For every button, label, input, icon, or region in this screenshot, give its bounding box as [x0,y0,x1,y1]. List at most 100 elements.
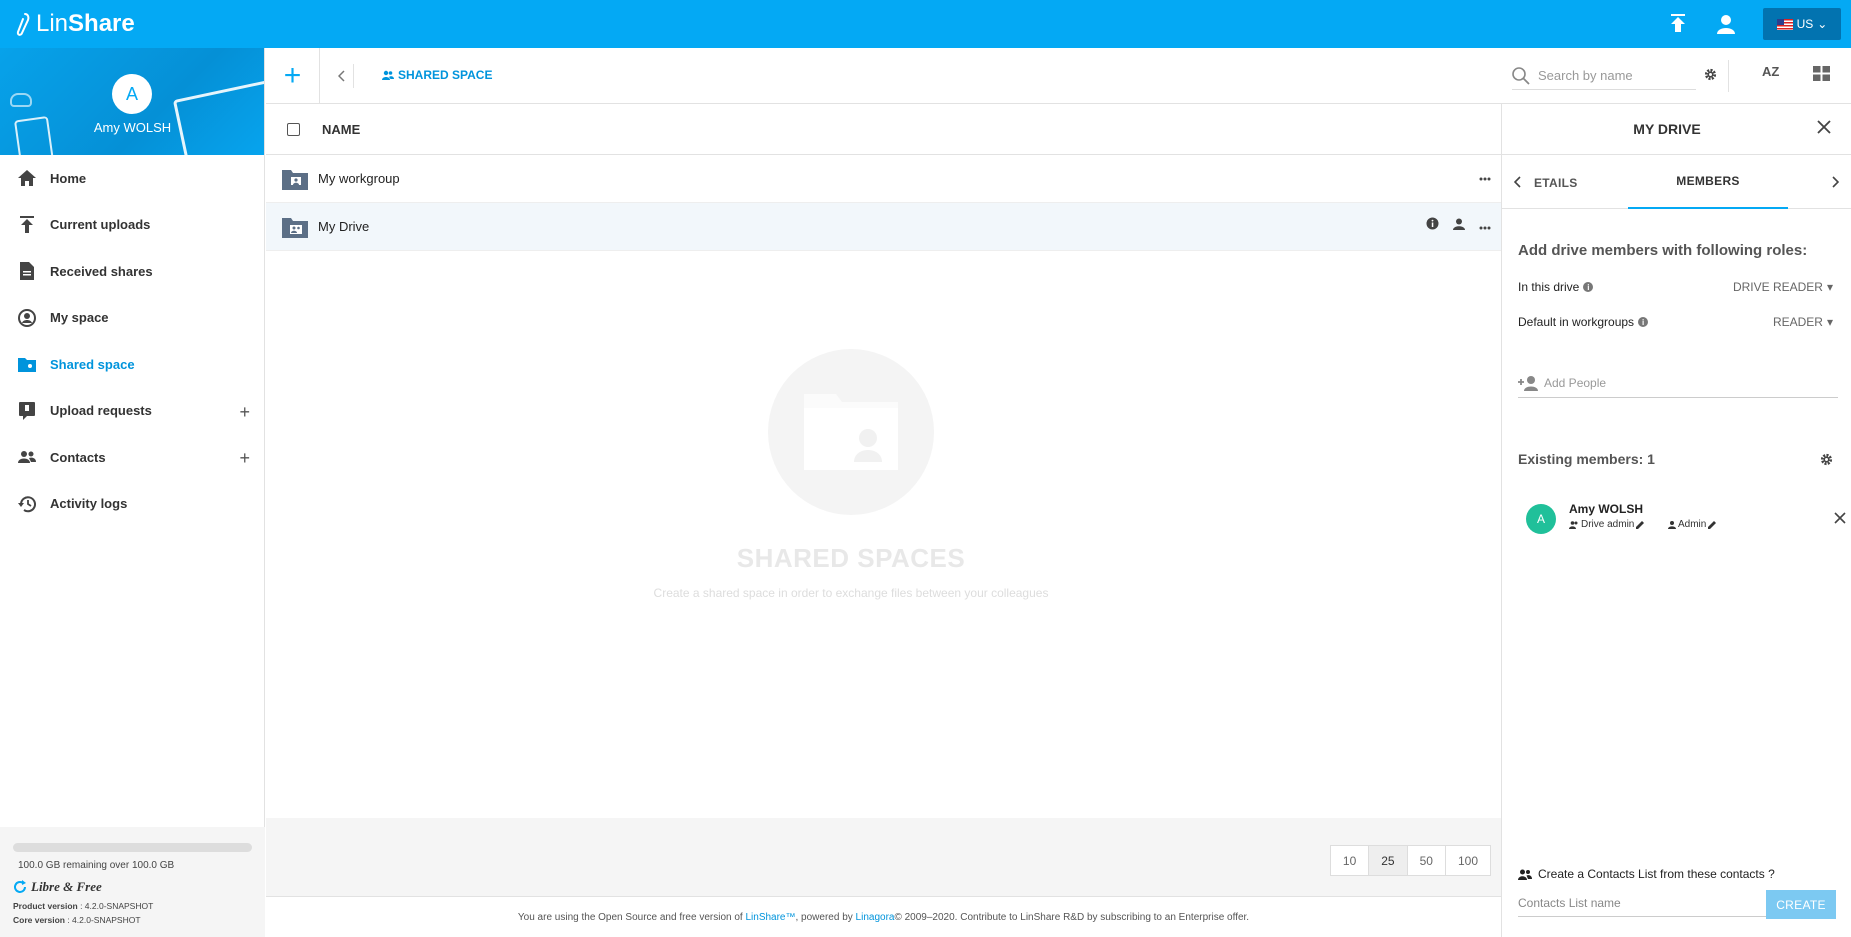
add-people-input[interactable] [1544,375,1824,390]
drive-role-row: In this drive i DRIVE READER ▾ [1518,280,1833,294]
contacts-icon [1518,869,1532,880]
cloud-decoration-icon [10,93,32,107]
info-icon[interactable]: i [1583,282,1594,292]
sidebar-item-label: My space [50,310,109,326]
tablet-decoration-icon [172,77,264,155]
caret-down-icon: ▾ [1826,280,1833,294]
toolbar: + SHARED SPACE AZ [266,48,1851,104]
member-workgroup-role[interactable]: Admin [1668,519,1717,530]
members-icon[interactable] [1453,218,1465,233]
add-button[interactable]: + [266,48,320,104]
add-upload-request-button[interactable]: + [239,402,250,423]
more-options-icon[interactable] [1479,218,1491,233]
toolbar-divider [1728,60,1729,92]
page-size-option-selected[interactable]: 25 [1369,846,1408,875]
contacts-list-name-input[interactable] [1518,895,1758,910]
member-item: A Amy WOLSH Drive admin Admin [1526,498,1846,542]
quota-bar [13,843,252,852]
language-label: US [1796,17,1814,31]
user-circle-icon [18,308,36,327]
search-icon [1512,66,1530,85]
sidebar-item-activity-logs[interactable]: Activity logs [0,481,264,528]
empty-state-description: Create a shared space in order to exchan… [653,586,1049,600]
sidebar: A Amy WOLSH Home Current uploads Receive… [0,48,265,937]
row-name: My Drive [318,219,370,234]
details-panel: MY DRIVE ETAILS MEMBERS Add drive member… [1501,104,1851,937]
search-input[interactable] [1538,68,1688,83]
logo-text-light: Lin [36,10,69,37]
refresh-icon [14,880,26,893]
footer-powered: , powered by [795,911,853,923]
breadcrumb-label: SHARED SPACE [398,68,493,82]
add-members-heading: Add drive members with following roles: [1518,242,1808,259]
sidebar-item-contacts[interactable]: Contacts + [0,434,264,481]
sidebar-item-label: Upload requests [50,403,152,419]
member-drive-role[interactable]: Drive admin [1569,519,1645,530]
info-icon[interactable] [1426,217,1439,233]
core-version: Core version : 4.2.0-SNAPSHOT [13,915,141,925]
breadcrumb[interactable]: SHARED SPACE [382,68,492,82]
column-header-name[interactable]: NAME [322,122,360,137]
sidebar-item-received-shares[interactable]: Received shares [0,248,264,295]
close-icon[interactable] [1817,120,1831,137]
sidebar-item-upload-requests[interactable]: Upload requests + [0,388,264,435]
sidebar-item-my-space[interactable]: My space [0,295,264,342]
more-options-icon[interactable] [1479,169,1491,184]
page-size-option[interactable]: 100 [1446,846,1490,875]
home-icon [18,169,36,187]
avatar[interactable]: A [112,74,152,114]
tab-details[interactable]: ETAILS [1534,176,1578,190]
sidebar-item-label: Current uploads [50,217,151,233]
empty-state-title: SHARED SPACES [736,543,966,573]
chevron-left-icon [337,70,345,82]
upload-icon[interactable] [1667,13,1689,35]
panel-header: MY DRIVE [1502,104,1851,155]
member-avatar: A [1526,504,1556,534]
document-icon [18,262,36,281]
add-contact-button[interactable]: + [239,448,250,469]
chevron-right-icon[interactable] [1831,175,1840,191]
linshare-logo[interactable]: Lin Share [14,10,135,38]
chevron-left-icon[interactable] [1513,175,1522,191]
upload-request-icon [18,401,36,420]
table-row[interactable]: My Drive [266,203,1501,251]
sidebar-item-current-uploads[interactable]: Current uploads [0,202,264,249]
workgroup-role-dropdown[interactable]: READER ▾ [1773,315,1833,329]
page-size-selector: 10 25 50 100 [1329,845,1491,876]
add-person-icon [1518,375,1538,391]
contacts-icon [18,448,36,466]
sort-az-button[interactable]: AZ [1762,64,1779,79]
search-settings-gear-icon[interactable] [1704,68,1717,84]
drive-folder-icon [282,217,308,238]
page-size-option[interactable]: 10 [1331,846,1370,875]
linagora-link[interactable]: Linagora [856,912,895,923]
quota-text: 100.0 GB remaining over 100.0 GB [18,860,175,871]
select-all-checkbox[interactable] [287,122,300,136]
grid-view-icon[interactable] [1813,66,1830,84]
sidebar-item-shared-space[interactable]: Shared space [0,341,264,388]
workgroup-role-label: Default in workgroups [1518,315,1635,329]
user-account-icon[interactable] [1715,13,1737,35]
member-name: Amy WOLSH [1569,502,1644,516]
back-button[interactable] [330,64,354,88]
sidebar-item-label: Received shares [50,263,153,279]
sort-label: AZ [1762,64,1780,79]
page-size-option[interactable]: 50 [1408,846,1446,875]
footer-suffix: © 2009–2020. Contribute to LinShare R&D … [894,911,1250,923]
tab-members[interactable]: MEMBERS [1628,155,1788,209]
contacts-list-field [1518,889,1766,917]
linshare-link[interactable]: LinShare™ [745,912,795,923]
libre-free-label: Libre & Free [31,879,102,894]
libre-free-badge: Libre & Free [13,879,252,895]
sidebar-item-home[interactable]: Home [0,155,264,202]
members-settings-gear-icon[interactable] [1820,453,1833,469]
language-selector[interactable]: US ⌄ [1763,8,1841,40]
drive-role-label: In this drive [1518,280,1580,294]
create-button[interactable]: CREATE [1766,890,1836,919]
group-icon [1569,520,1578,529]
remove-member-close-icon[interactable] [1834,511,1846,527]
info-icon[interactable]: i [1638,317,1649,327]
empty-state: SHARED SPACES Create a shared space in o… [646,349,1056,602]
table-row[interactable]: My workgroup [266,155,1501,203]
drive-role-dropdown[interactable]: DRIVE READER ▾ [1733,280,1833,294]
